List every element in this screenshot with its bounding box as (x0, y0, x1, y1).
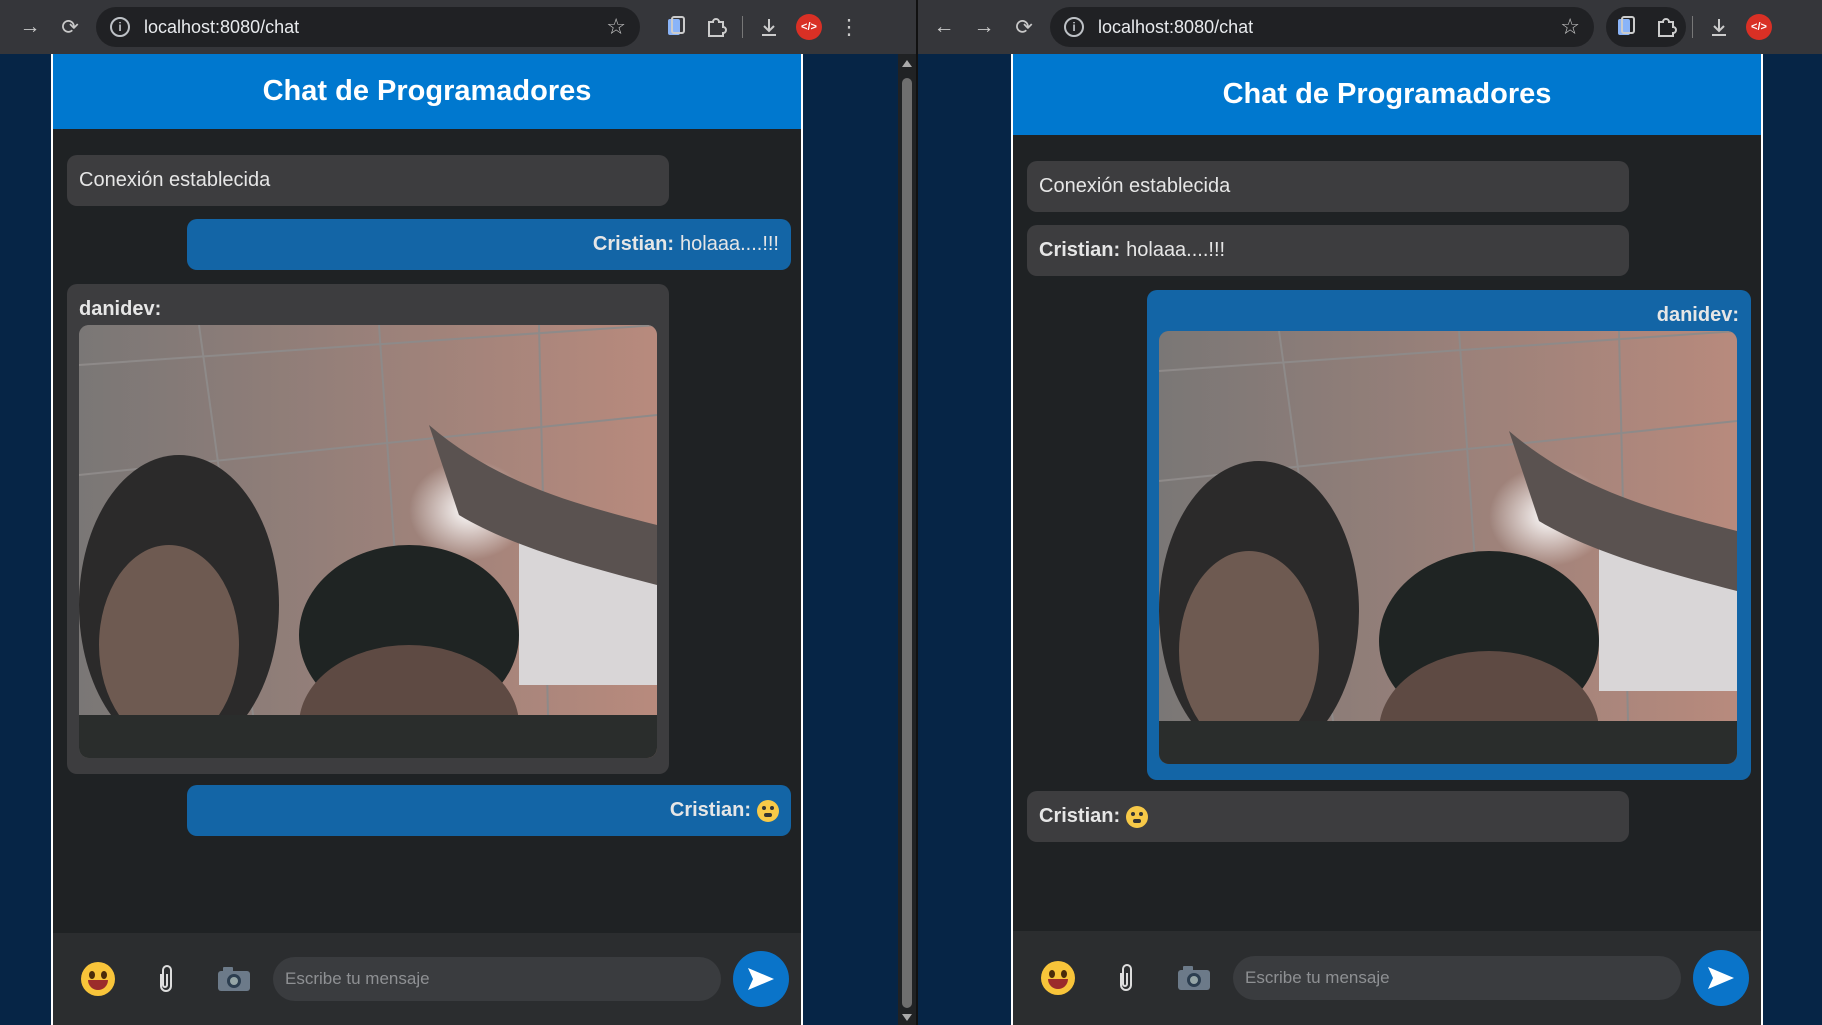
toolbar-separator (742, 16, 743, 38)
devtools-extension-icon[interactable]: </> (789, 7, 829, 47)
message-own: Cristian: holaaa....!!! (187, 219, 791, 270)
message-own: Cristian: (187, 785, 791, 836)
chat-title: Chat de Programadores (262, 75, 592, 107)
chat-title: Chat de Programadores (1222, 78, 1552, 110)
site-info-icon[interactable]: i (110, 17, 130, 37)
extensions-puzzle-icon[interactable] (696, 7, 736, 47)
message-list: Conexión establecida Cristian: holaaa...… (1013, 135, 1761, 931)
address-bar[interactable]: i localhost:8080/chat ☆ (96, 7, 640, 47)
send-icon (1708, 967, 1734, 989)
message-other: Cristian: (1027, 791, 1629, 842)
message-list: Conexión establecida Cristian: holaaa...… (53, 129, 801, 931)
message-image: danidev: (1147, 290, 1751, 780)
message-input[interactable] (1233, 956, 1681, 1000)
extension-icon[interactable] (1606, 7, 1646, 47)
message-sender: Cristian: (1039, 805, 1121, 827)
message-sender: Cristian: (592, 233, 675, 255)
chat-app: Chat de Programadores Conexión estableci… (51, 54, 803, 1025)
camera-button[interactable] (205, 950, 263, 1008)
shared-photo[interactable] (1159, 331, 1737, 764)
emoji-button[interactable] (69, 950, 127, 1008)
scroll-up-arrow-icon[interactable] (902, 60, 912, 67)
download-icon[interactable] (749, 7, 789, 47)
attach-button[interactable] (1097, 949, 1155, 1007)
shared-photo[interactable] (79, 325, 657, 758)
scrollbar-thumb[interactable] (902, 78, 912, 1008)
message-image: danidev: (67, 284, 669, 774)
browser-toolbar: ← → ⟳ i localhost:8080/chat ☆ </> (918, 0, 1822, 54)
message-sender: danidev: (79, 298, 162, 320)
toolbar-separator (1692, 16, 1693, 38)
send-icon (748, 968, 774, 990)
message-other: Cristian: holaaa....!!! (1027, 225, 1629, 276)
site-info-icon[interactable]: i (1064, 17, 1084, 37)
page-scrollbar[interactable] (898, 54, 916, 1025)
webcam-photo-image (1159, 331, 1737, 764)
chat-header: Chat de Programadores (1013, 54, 1761, 135)
message-composer (53, 933, 801, 1025)
extensions-puzzle-icon[interactable] (1646, 7, 1686, 47)
url-text[interactable]: localhost:8080/chat (144, 17, 606, 38)
extension-group (1606, 7, 1686, 47)
message-composer (1013, 931, 1761, 1025)
smiley-face-icon (1041, 961, 1075, 995)
send-button[interactable] (1693, 950, 1749, 1006)
camera-icon (1178, 966, 1210, 990)
reload-icon[interactable]: ⟳ (1004, 7, 1044, 47)
chat-app: Chat de Programadores Conexión estableci… (1011, 54, 1763, 1025)
grimacing-face-icon (757, 799, 779, 822)
message-system: Conexión establecida (67, 155, 669, 206)
forward-icon[interactable]: → (10, 7, 50, 47)
address-bar[interactable]: i localhost:8080/chat ☆ (1050, 7, 1594, 47)
message-system: Conexión establecida (1027, 161, 1629, 212)
camera-button[interactable] (1165, 949, 1223, 1007)
bookmark-star-icon[interactable]: ☆ (1560, 14, 1580, 40)
camera-icon (218, 967, 250, 991)
bookmark-star-icon[interactable]: ☆ (606, 14, 626, 40)
message-text: Conexión establecida (79, 169, 271, 191)
devtools-extension-icon[interactable]: </> (1739, 7, 1779, 47)
reload-icon[interactable]: ⟳ (50, 7, 90, 47)
message-text: holaaa....!!! (680, 233, 779, 255)
paperclip-icon (160, 965, 172, 992)
message-sender: Cristian: (669, 799, 751, 821)
chat-header: Chat de Programadores (53, 54, 801, 129)
browser-window-right: ← → ⟳ i localhost:8080/chat ☆ </> Chat d… (918, 0, 1822, 1025)
message-sender: danidev: (1656, 304, 1739, 326)
browser-toolbar: → ⟳ i localhost:8080/chat ☆ </> ⋮ (0, 0, 918, 54)
message-input[interactable] (273, 957, 721, 1001)
grimacing-face-icon (1126, 805, 1149, 828)
message-text: holaaa....!!! (1126, 239, 1226, 261)
back-icon[interactable]: ← (924, 7, 964, 47)
paperclip-icon (1120, 964, 1132, 991)
download-icon[interactable] (1699, 7, 1739, 47)
url-text[interactable]: localhost:8080/chat (1098, 17, 1560, 38)
browser-window-left: → ⟳ i localhost:8080/chat ☆ </> ⋮ Chat d… (0, 0, 918, 1025)
extension-icon[interactable] (656, 7, 696, 47)
emoji-button[interactable] (1029, 949, 1087, 1007)
message-sender: Cristian: (1039, 239, 1121, 261)
attach-button[interactable] (137, 950, 195, 1008)
scroll-down-arrow-icon[interactable] (902, 1014, 912, 1021)
message-text: Conexión establecida (1039, 175, 1231, 197)
webcam-photo-image (79, 325, 657, 758)
smiley-face-icon (81, 962, 115, 996)
menu-kebab-icon[interactable]: ⋮ (829, 7, 869, 47)
forward-icon[interactable]: → (964, 7, 1004, 47)
send-button[interactable] (733, 951, 789, 1007)
